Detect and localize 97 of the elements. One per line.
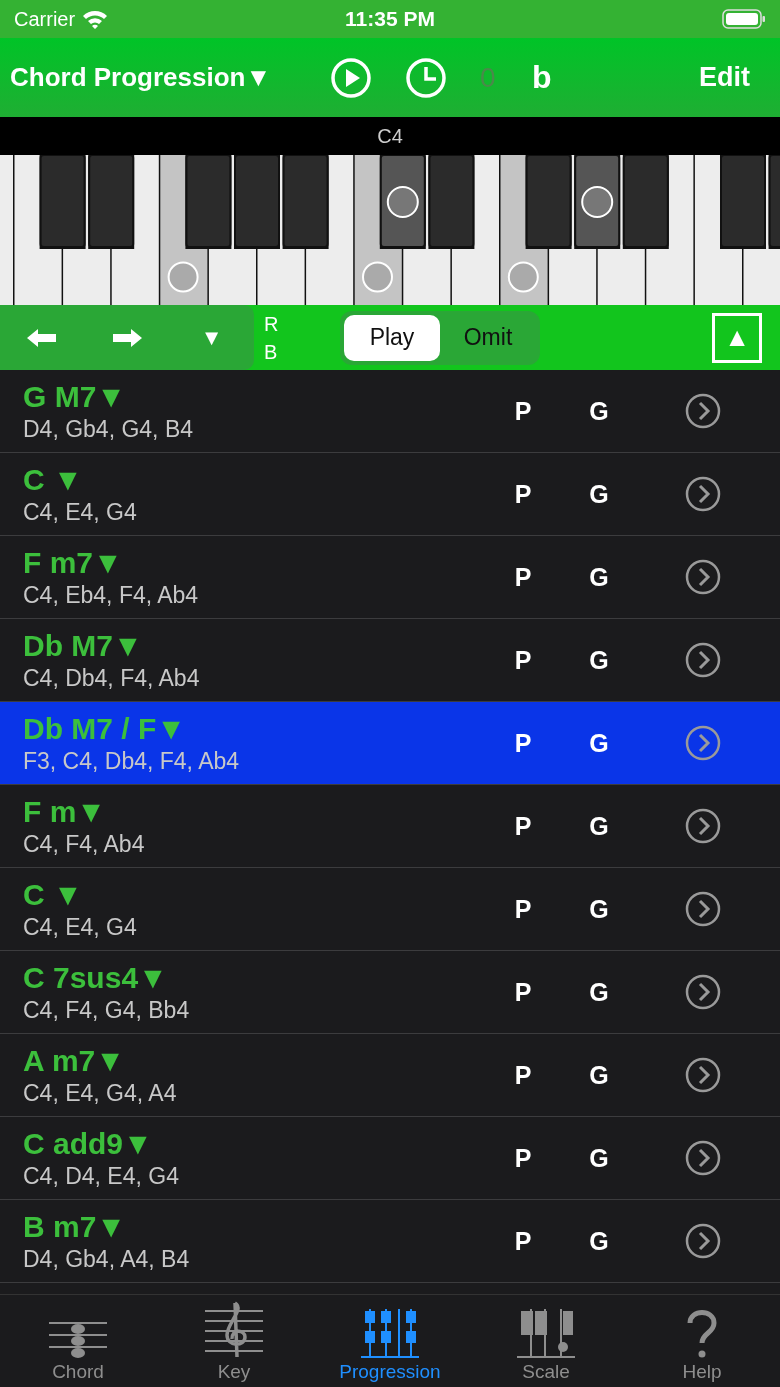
- natural-key[interactable]: [743, 155, 780, 305]
- g-button[interactable]: G: [579, 1060, 619, 1090]
- chord-name[interactable]: C add9▼: [23, 1126, 503, 1162]
- natural-key[interactable]: [549, 155, 597, 305]
- g-button[interactable]: G: [579, 562, 619, 592]
- g-button[interactable]: G: [579, 1226, 619, 1256]
- chevron-circle-icon[interactable]: [685, 1057, 721, 1093]
- p-button[interactable]: P: [503, 479, 543, 509]
- natural-key[interactable]: [208, 155, 256, 305]
- right-arrow-icon: [112, 328, 142, 347]
- chord-name[interactable]: Db M7▼: [23, 628, 503, 664]
- chord-name[interactable]: C ▼: [23, 877, 503, 913]
- g-button[interactable]: G: [579, 479, 619, 509]
- chord-name[interactable]: C 7sus4▼: [23, 960, 503, 996]
- g-button[interactable]: G: [579, 894, 619, 924]
- chord-notes: C4, Db4, F4, Ab4: [23, 664, 201, 692]
- clock-icon[interactable]: [405, 56, 447, 99]
- natural-key[interactable]: [63, 155, 111, 305]
- chevron-circle-icon[interactable]: [685, 1140, 721, 1176]
- chord-notes: C4, E4, G4: [23, 498, 138, 526]
- segment-tab[interactable]: Play: [344, 314, 440, 361]
- chevron-circle-icon[interactable]: [685, 808, 721, 844]
- note-marker-icon: [362, 261, 393, 293]
- counter-label: 0: [480, 61, 497, 94]
- chevron-circle-icon[interactable]: [685, 559, 721, 595]
- p-button[interactable]: P: [503, 1226, 543, 1256]
- tab-bar-item[interactable]: Chord: [0, 1295, 156, 1387]
- g-button[interactable]: G: [579, 728, 619, 758]
- p-button[interactable]: P: [503, 562, 543, 592]
- chevron-circle-icon[interactable]: [685, 393, 721, 429]
- chord-notes: C4, E4, G4: [23, 913, 138, 941]
- natural-key[interactable]: [257, 155, 305, 305]
- g-button[interactable]: G: [579, 977, 619, 1007]
- chord-name[interactable]: G M7▼: [23, 379, 503, 415]
- natural-key[interactable]: [694, 155, 742, 305]
- chord-notes: C4, F4, Ab4: [23, 830, 146, 858]
- p-button[interactable]: P: [503, 894, 543, 924]
- note-marker-icon: [581, 186, 614, 218]
- g-button[interactable]: G: [579, 396, 619, 426]
- left-arrow-icon: [27, 328, 58, 347]
- tab-bar-item[interactable]: Scale: [468, 1295, 624, 1387]
- progression-bars-icon: [361, 1309, 419, 1359]
- chord-notes: C4, D4, E4, G4: [23, 1162, 180, 1190]
- chevron-circle-icon[interactable]: [685, 891, 721, 927]
- g-button[interactable]: G: [579, 1143, 619, 1173]
- p-button[interactable]: P: [503, 645, 543, 675]
- natural-key[interactable]: [403, 155, 451, 305]
- segment-tab[interactable]: Omit: [440, 314, 536, 361]
- chevron-circle-icon[interactable]: [685, 725, 721, 761]
- clock-time: 11:35 PM: [345, 7, 435, 31]
- chord-notes: C4, E4, G4, A4: [23, 1079, 178, 1107]
- battery-icon: [722, 8, 766, 30]
- b-label: B: [264, 339, 279, 365]
- chevron-circle-icon[interactable]: [685, 1223, 721, 1259]
- play-icon[interactable]: [330, 56, 372, 99]
- chord-name[interactable]: A m7▼: [23, 1043, 503, 1079]
- g-button[interactable]: G: [579, 645, 619, 675]
- sharp-key[interactable]: [622, 155, 669, 248]
- chord-notes: D4, Gb4, G4, B4: [23, 415, 195, 443]
- r-label: R: [264, 311, 280, 337]
- natural-key[interactable]: [14, 155, 62, 305]
- treble-clef-icon: [205, 1301, 263, 1359]
- chevron-circle-icon[interactable]: [685, 974, 721, 1010]
- note-marker-icon: [507, 261, 539, 293]
- chevron-circle-icon[interactable]: [685, 642, 721, 678]
- note-marker-icon: [167, 261, 199, 293]
- p-button[interactable]: P: [503, 1060, 543, 1090]
- natural-key[interactable]: [111, 155, 159, 305]
- chord-notes: C4, F4, G4, Bb4: [23, 996, 191, 1024]
- note-marker-icon: [386, 186, 419, 218]
- p-button[interactable]: P: [503, 728, 543, 758]
- chord-notes: C4, Eb4, F4, Ab4: [23, 581, 200, 609]
- chord-name[interactable]: B m7▼: [23, 1209, 503, 1245]
- chord-name[interactable]: F m▼: [23, 794, 503, 830]
- tab-bar-item[interactable]: Help: [624, 1295, 780, 1387]
- sharp-key[interactable]: [88, 155, 135, 248]
- chord-row[interactable]: Db M7 / F▼ F3, C4, Db4, F4, Ab4 P G: [0, 702, 780, 785]
- natural-key[interactable]: [597, 155, 645, 305]
- natural-key[interactable]: [451, 155, 499, 305]
- scale-keys-icon: [517, 1309, 575, 1359]
- chord-name[interactable]: F m7▼: [23, 545, 503, 581]
- natural-key[interactable]: [646, 155, 694, 305]
- chevron-circle-icon[interactable]: [685, 476, 721, 512]
- p-button[interactable]: P: [503, 396, 543, 426]
- p-button[interactable]: P: [503, 811, 543, 841]
- tab-bar-item[interactable]: Key: [156, 1295, 312, 1387]
- natural-key[interactable]: [306, 155, 354, 305]
- tab-bar-item[interactable]: Progression: [312, 1295, 468, 1387]
- chord-name[interactable]: C ▼: [23, 462, 503, 498]
- p-button[interactable]: P: [503, 977, 543, 1007]
- g-button[interactable]: G: [579, 811, 619, 841]
- octave-label: C4: [377, 124, 403, 148]
- p-button[interactable]: P: [503, 1143, 543, 1173]
- carrier-label: Carrier: [14, 7, 76, 31]
- wifi-icon: [81, 9, 110, 29]
- chord-notes: D4, Gb4, A4, B4: [23, 1245, 191, 1273]
- chord-notes: F3, C4, Db4, F4, Ab4: [23, 747, 241, 775]
